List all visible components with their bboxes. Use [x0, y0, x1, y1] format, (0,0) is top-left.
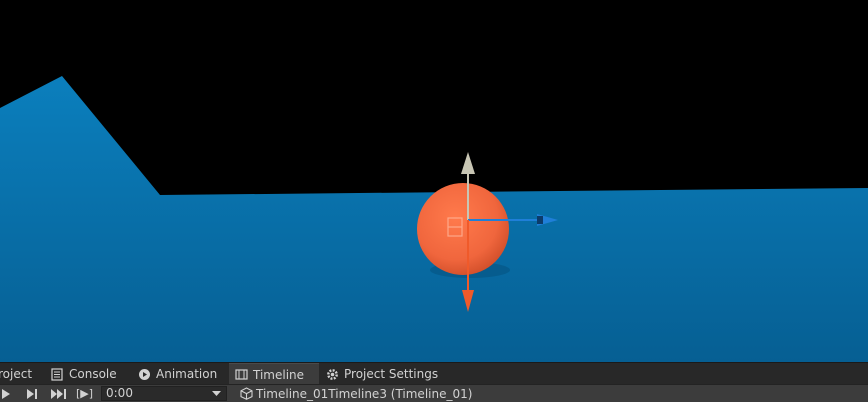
bottom-panel-tab-bar: roject Console Animation Timeline Projec…: [0, 362, 868, 385]
editor-window: roject Console Animation Timeline Projec…: [0, 0, 868, 402]
time-field[interactable]: 0:00: [101, 386, 227, 401]
tab-animation[interactable]: Animation: [132, 363, 223, 385]
next-frame-icon: [27, 388, 37, 399]
tab-console-label: Console: [69, 367, 117, 381]
frame-mode-label: [▶]: [76, 387, 94, 400]
breadcrumb-label: Timeline_01Timeline3 (Timeline_01): [256, 386, 473, 401]
console-icon: [51, 367, 64, 381]
tab-project-label: roject: [0, 367, 33, 381]
tab-project[interactable]: roject: [0, 363, 38, 385]
tab-timeline-label: Timeline: [253, 367, 305, 382]
tab-timeline[interactable]: Timeline: [229, 363, 319, 385]
tab-animation-label: Animation: [156, 367, 218, 381]
cube-icon: [240, 387, 253, 400]
tab-project-settings[interactable]: Project Settings: [320, 363, 444, 385]
timeline-icon: [235, 368, 248, 381]
scene-canvas[interactable]: [0, 0, 868, 362]
timeline-breadcrumb[interactable]: Timeline_01Timeline3 (Timeline_01): [240, 385, 472, 402]
gear-icon: [326, 368, 339, 381]
timeline-toolbar: [▶] 0:00 Timeline_01Timeline3 (Timeline_…: [0, 384, 868, 402]
fast-forward-icon: [51, 388, 66, 399]
sphere-object[interactable]: [417, 183, 509, 275]
go-to-end-button[interactable]: [51, 385, 67, 402]
play-icon: [2, 388, 10, 399]
tab-project-settings-label: Project Settings: [344, 367, 439, 381]
chevron-down-icon: [212, 390, 221, 396]
scene-view[interactable]: [0, 0, 868, 362]
next-frame-button[interactable]: [26, 385, 38, 402]
time-dropdown-button[interactable]: [212, 385, 221, 402]
time-value: 0:00: [106, 386, 133, 400]
animation-icon: [138, 368, 151, 381]
frame-mode-toggle[interactable]: [▶]: [76, 385, 93, 402]
tab-console[interactable]: Console: [45, 363, 123, 385]
play-button[interactable]: [2, 385, 12, 402]
